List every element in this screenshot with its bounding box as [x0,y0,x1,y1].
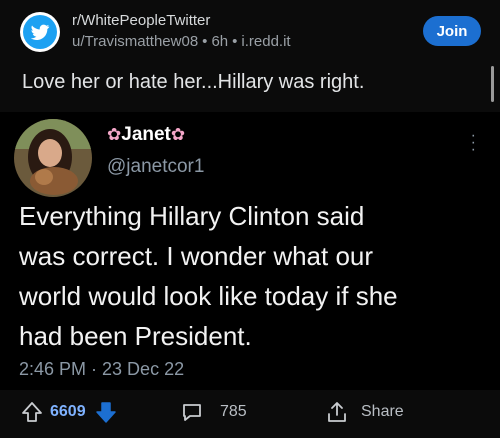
post-title[interactable]: Love her or hate her...Hillary was right… [22,71,364,94]
vote-count: 6609 [50,403,86,420]
twitter-bird-icon [30,24,50,40]
post-domain[interactable]: i.redd.it [241,33,290,50]
comments-button[interactable]: 785 [180,398,247,426]
tweet-text: Everything Hillary Clinton said was corr… [19,196,489,356]
tweet-text-line: was correct. I wonder what our [19,241,374,271]
downvote-arrow-icon[interactable] [94,400,118,424]
share-label: Share [361,403,404,420]
tweet-screenshot-image[interactable]: ✿Janet✿ @janetcor1 · · · Everything Hillar… [0,112,500,390]
separator-dot: • [202,33,208,50]
subreddit-avatar[interactable] [20,12,60,52]
more-options-icon: · · · [470,127,476,158]
post-author[interactable]: u/Travismatthew08 [72,33,198,50]
post-action-bar: 6609 785 Share [0,390,500,438]
tweet-avatar [14,119,92,197]
tweet-text-line: had been President. [19,321,252,351]
post-header: r/WhitePeopleTwitter u/Travismatthew08 • 6… [0,0,500,62]
flower-emoji-icon: ✿ [107,125,122,144]
subreddit-name[interactable]: r/WhitePeopleTwitter [72,12,210,29]
tweet-handle: @janetcor1 [107,156,205,177]
tweet-text-line: world would look like today if she [19,281,398,311]
tweet-display-name: ✿Janet✿ [107,124,186,145]
flower-emoji-icon: ✿ [170,125,186,144]
post-meta: u/Travismatthew08 • 6h • i.redd.it [72,33,291,50]
comment-bubble-icon [183,404,201,421]
comment-count: 785 [220,403,247,420]
tweet-timestamp: 2:46 PM · 23 Dec 22 [19,359,185,379]
share-button[interactable]: Share [325,398,404,426]
share-icon [328,402,346,422]
upvote-arrow-icon[interactable] [20,400,44,424]
separator-dot: • [232,33,238,50]
join-button[interactable]: Join [423,16,481,46]
post-age: 6h [211,33,229,50]
scrollbar[interactable] [491,66,494,102]
vote-control: 6609 [20,398,118,426]
tweet-text-line: Everything Hillary Clinton said [19,201,365,231]
